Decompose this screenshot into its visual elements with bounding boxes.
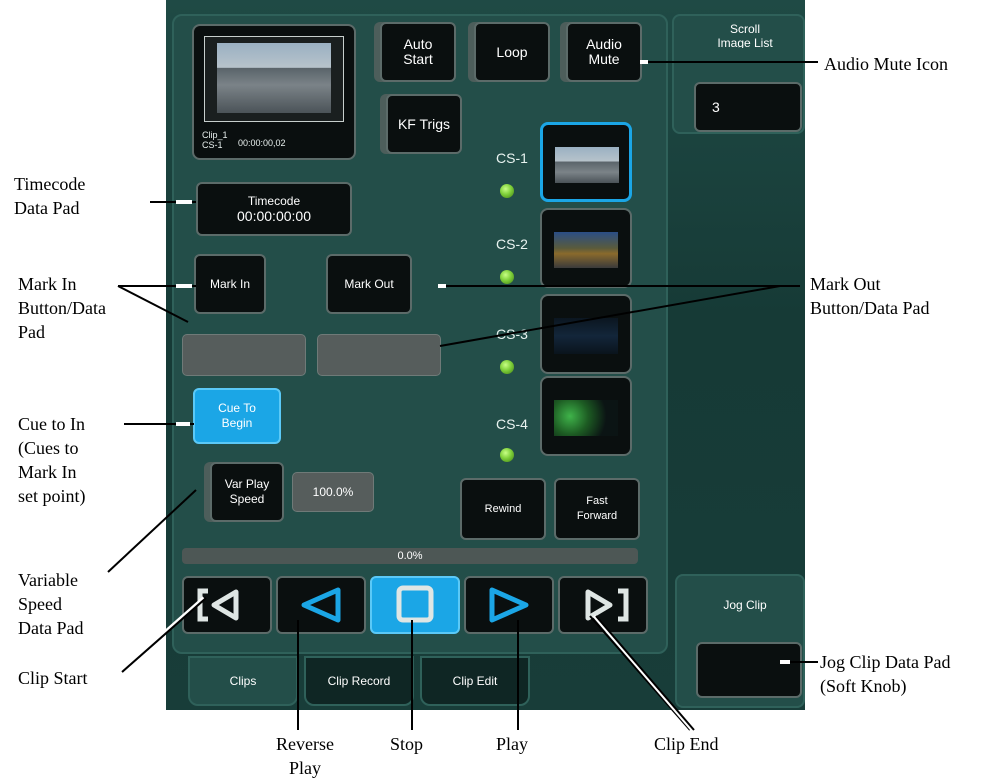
annotation-clip-start: Clip Start (18, 668, 88, 688)
annotation-mark-out: Mark Out Button/Data Pad (810, 274, 930, 318)
annotation-clip-end: Clip End (654, 734, 719, 754)
figure: Clip_1 CS-1 00:00:00,02 Auto Start Loop … (0, 0, 1005, 784)
annotation-audio-mute-icon: Audio Mute Icon (824, 54, 948, 74)
annotation-play: Play (496, 734, 529, 754)
annotation-cue-to-in: Cue to In (Cues to Mark In set point) (18, 414, 86, 506)
annotation-variable-speed: Variable Speed Data Pad (18, 570, 84, 638)
annotation-jog-clip-pad: Jog Clip Data Pad (Soft Knob) (820, 652, 951, 696)
annotation-reverse-play: Reverse Play (276, 734, 334, 778)
annotation-timecode-data-pad: Timecode Data Pad (14, 174, 86, 218)
annotation-stop: Stop (390, 734, 424, 754)
annotation-mark-in: Mark In Button/Data Pad (18, 274, 106, 342)
